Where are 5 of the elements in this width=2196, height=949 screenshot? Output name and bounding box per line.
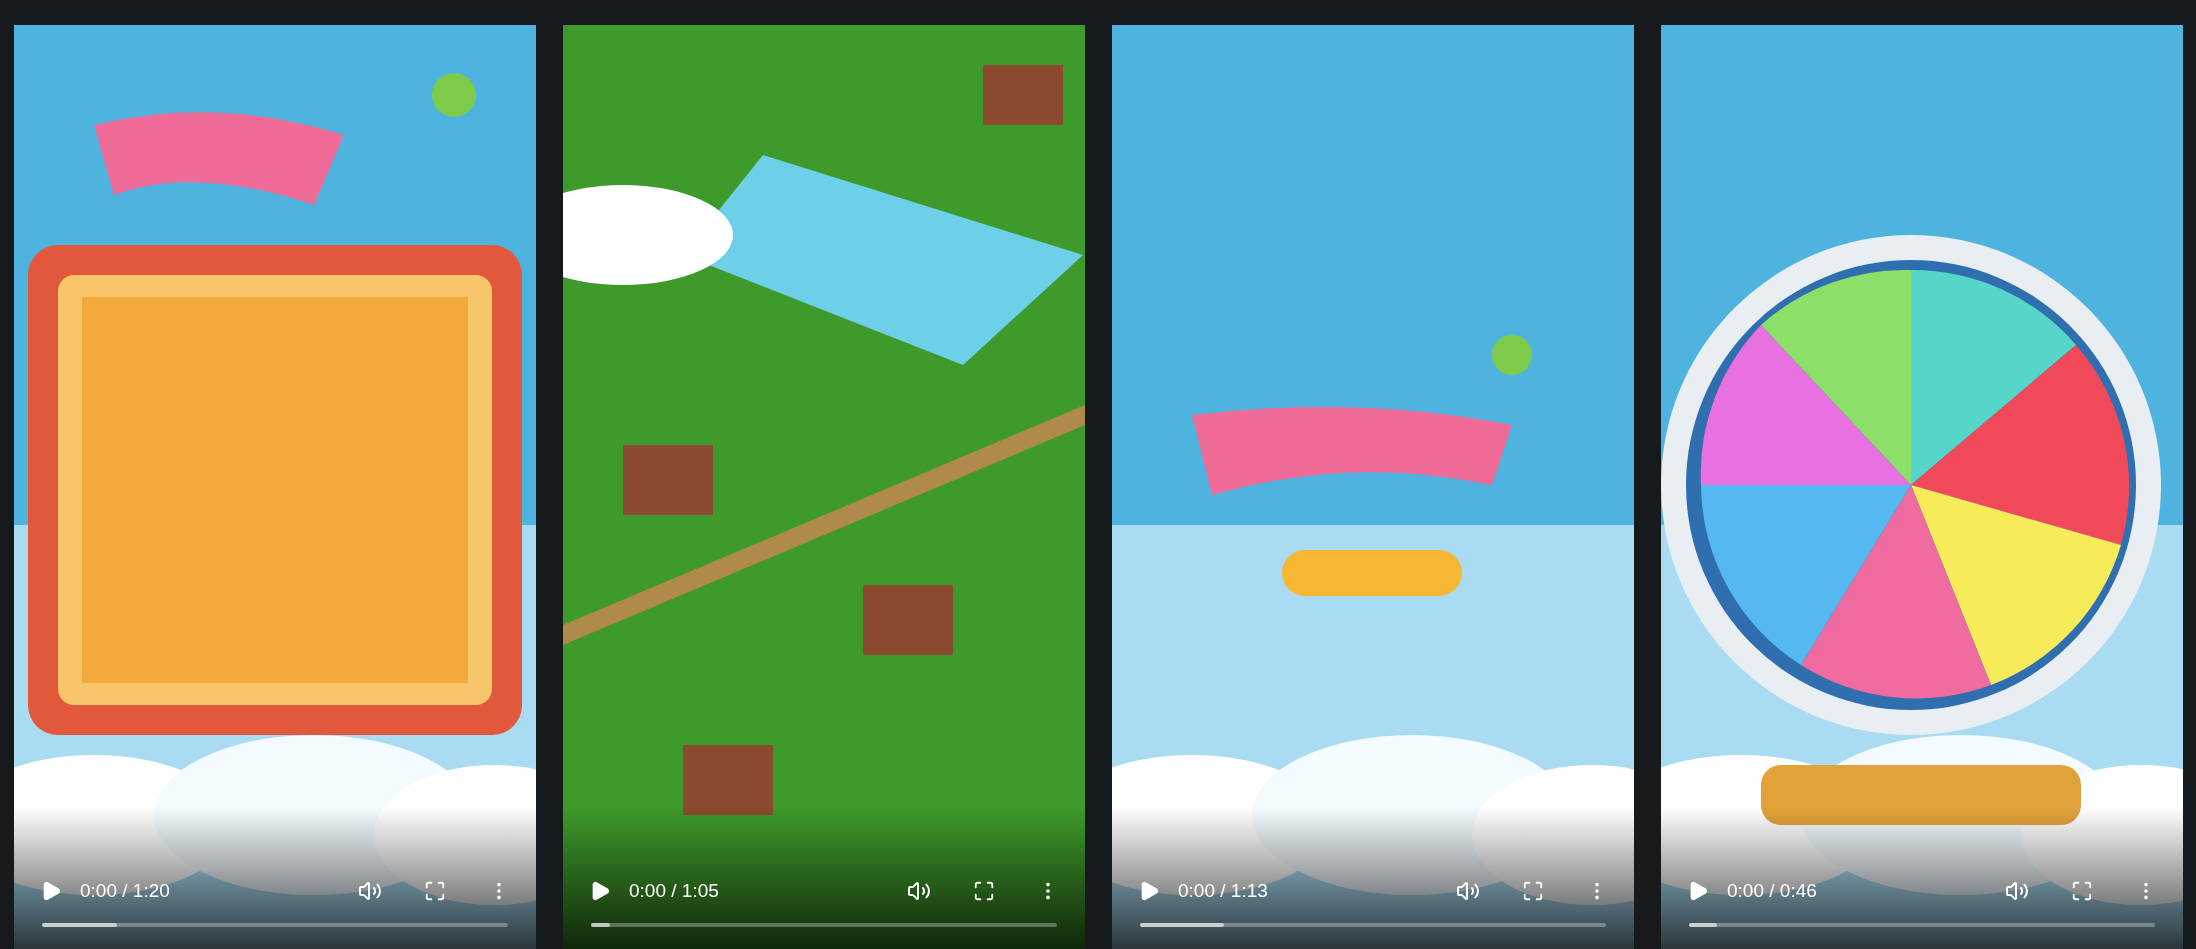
video-time: 0:00 / 1:20 [80, 880, 171, 902]
progress-bar[interactable] [591, 923, 1057, 927]
video-time: 0:00 / 1:13 [1178, 880, 1269, 902]
video-time: 0:00 / 1:05 [629, 880, 720, 902]
video-time: 0:00 / 0:46 [1727, 880, 1818, 902]
